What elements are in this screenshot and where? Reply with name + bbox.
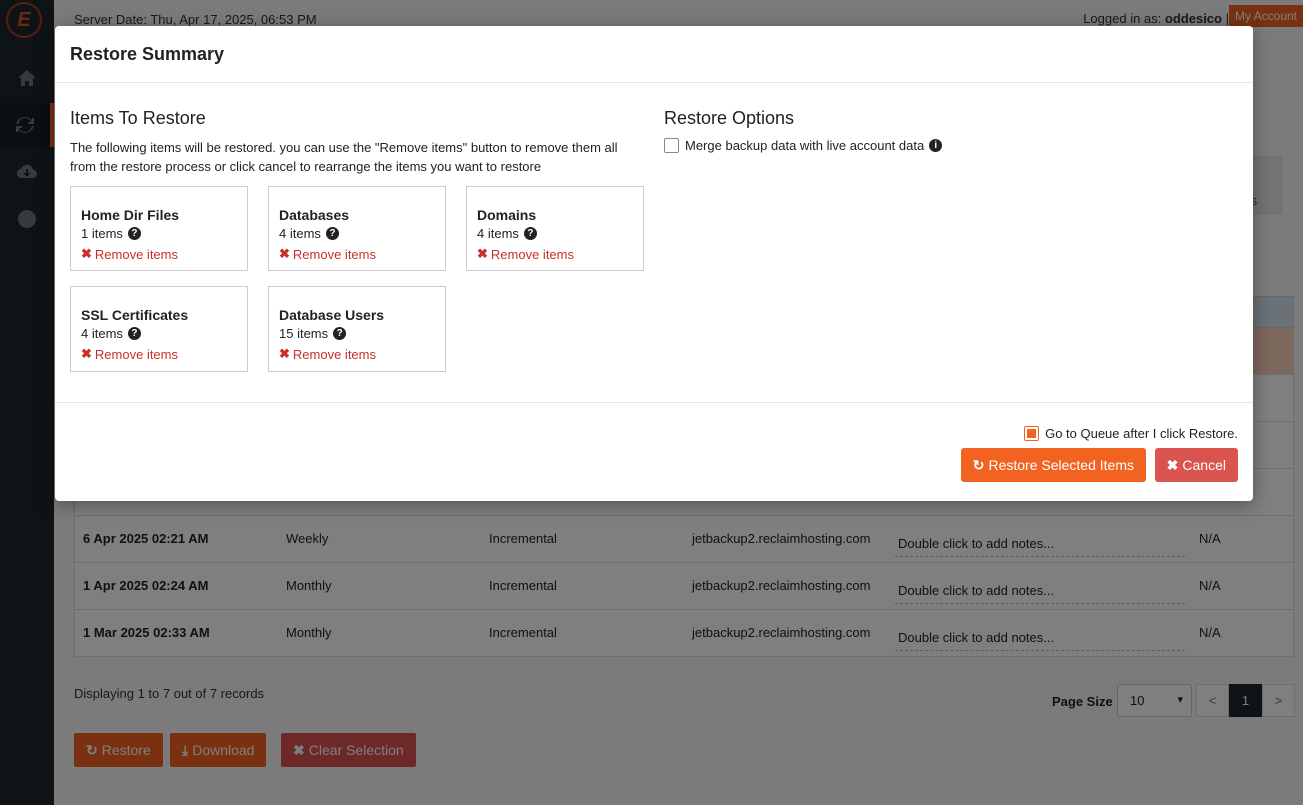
restore-description: The following items will be restored. yo… (70, 140, 618, 174)
modal-header: Restore Summary (55, 26, 1253, 83)
cancel-button[interactable]: ✖ Cancel (1154, 448, 1238, 482)
remove-items-button[interactable]: ✖ Remove items (81, 246, 247, 262)
remove-items-button[interactable]: ✖ Remove items (81, 346, 247, 362)
card-title: Databases (279, 207, 350, 223)
restore-card-database-users: Database Users 15 items? ✖ Remove items (268, 286, 446, 372)
close-icon: ✖ (477, 246, 488, 261)
card-count: 4 items? (81, 326, 247, 341)
restore-card-domains: Domains 4 items? ✖ Remove items (466, 186, 644, 271)
card-title: Domains (477, 207, 537, 223)
close-icon: ✖ (81, 346, 92, 361)
card-title: SSL Certificates (81, 307, 189, 323)
card-count: 15 items? (279, 326, 445, 341)
restore-options-title: Restore Options (664, 108, 795, 128)
restore-selected-items-button[interactable]: ↻ Restore Selected Items (960, 448, 1146, 482)
queue-option[interactable]: Go to Queue after I click Restore. (1024, 426, 1238, 441)
queue-label: Go to Queue after I click Restore. (1045, 426, 1238, 441)
merge-option[interactable]: Merge backup data with live account data… (664, 138, 943, 153)
question-icon[interactable]: ? (523, 227, 537, 240)
modal-title: Restore Summary (70, 44, 225, 64)
merge-checkbox[interactable] (664, 138, 679, 153)
card-title: Database Users (279, 307, 385, 323)
restore-card-ssl: SSL Certificates 4 items? ✖ Remove items (70, 286, 248, 372)
restore-summary-modal: Restore Summary Items To Restore The fol… (55, 26, 1253, 501)
restore-card-databases: Databases 4 items? ✖ Remove items (268, 186, 446, 271)
close-icon: ✖ (81, 246, 92, 261)
question-icon[interactable]: ? (127, 227, 141, 240)
question-icon[interactable]: ? (333, 327, 347, 340)
merge-label: Merge backup data with live account data (685, 138, 925, 153)
card-count: 4 items? (279, 226, 445, 241)
card-count: 4 items? (477, 226, 643, 241)
remove-items-button[interactable]: ✖ Remove items (279, 246, 445, 262)
queue-checkbox[interactable] (1024, 426, 1040, 441)
close-icon: ✖ (279, 246, 290, 261)
refresh-icon: ↻ (972, 457, 985, 473)
info-icon[interactable]: i (929, 139, 943, 152)
restore-selected-label: Restore Selected Items (988, 457, 1134, 473)
remove-items-button[interactable]: ✖ Remove items (477, 246, 643, 262)
card-title: Home Dir Files (81, 207, 180, 223)
close-icon: ✖ (279, 346, 290, 361)
items-to-restore-title: Items To Restore (70, 108, 206, 128)
question-icon[interactable]: ? (325, 227, 339, 240)
question-icon[interactable]: ? (127, 327, 141, 340)
close-icon: ✖ (1166, 457, 1179, 473)
restore-card-home-dir: Home Dir Files 1 items? ✖ Remove items (70, 186, 248, 271)
modal-footer: Go to Queue after I click Restore. ↻ Res… (55, 402, 1253, 501)
cancel-label: Cancel (1182, 457, 1226, 473)
card-count: 1 items? (81, 226, 247, 241)
remove-items-button[interactable]: ✖ Remove items (279, 346, 445, 362)
